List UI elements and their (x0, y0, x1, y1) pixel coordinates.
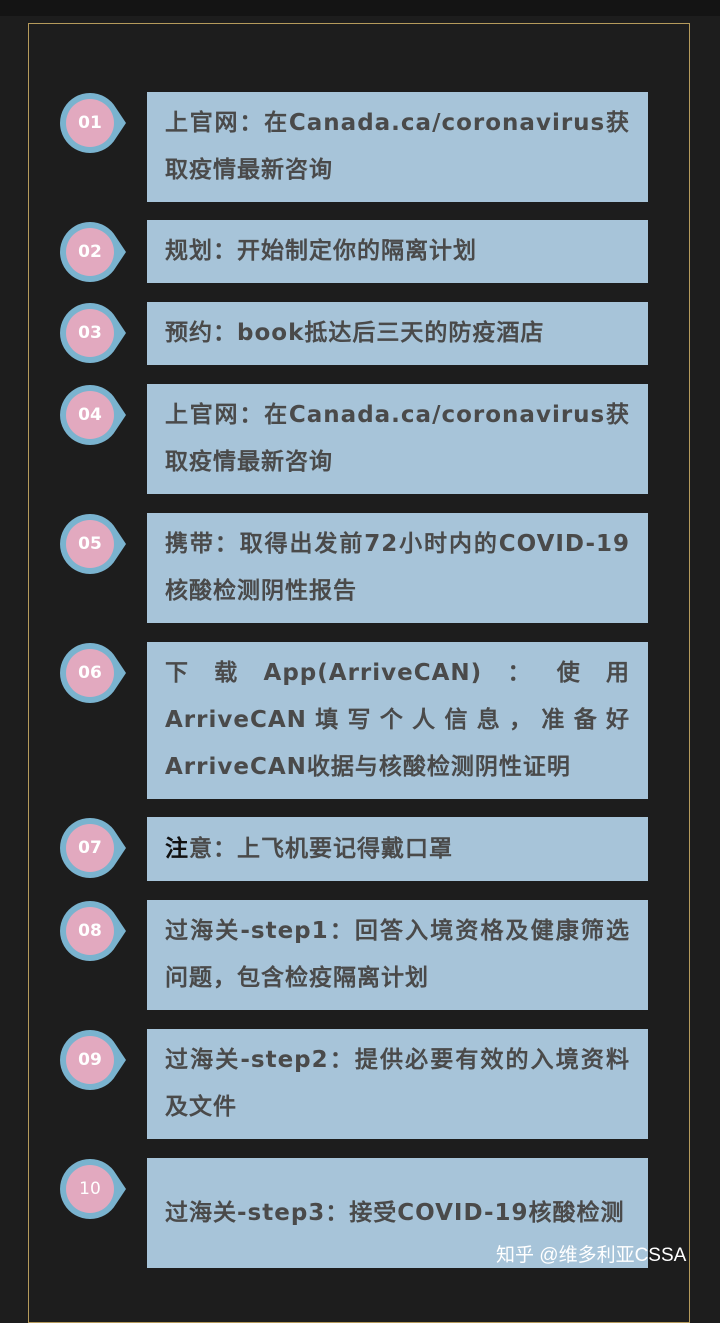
step-box: 下载App(ArriveCAN)：使用ArriveCAN填写个人信息，准备好Ar… (147, 642, 648, 799)
step-number-badge: 06 (60, 643, 126, 703)
step-label: 上官网： (165, 402, 265, 428)
step-number-badge: 01 (60, 92, 126, 153)
step-number: 01 (78, 113, 102, 133)
step-number: 10 (79, 1179, 101, 1199)
step-label: 携带： (165, 531, 240, 557)
step-box: 上官网：在Canada.ca/coronavirus获取疫情最新咨询 (147, 384, 648, 494)
step-box: 规划：开始制定你的隔离计划 (147, 220, 648, 283)
top-bar (0, 0, 720, 16)
step-number-badge: 08 (60, 901, 126, 961)
step-label: 过海关-step1： (165, 918, 355, 944)
step-number: 02 (78, 242, 102, 262)
step-label: 过海关-step3： (165, 1199, 350, 1226)
step-number-badge: 07 (60, 818, 126, 878)
step-text: 上飞机要记得戴口罩 (237, 835, 453, 862)
step-number: 04 (78, 405, 102, 425)
step-box: 注意：上飞机要记得戴口罩 (147, 817, 648, 881)
step-number: 08 (78, 921, 102, 941)
step-number-badge: 02 (60, 222, 126, 282)
step-label-first-char: 注 (165, 835, 189, 862)
step-box: 携带：取得出发前72小时内的COVID-19核酸检测阴性报告 (147, 513, 648, 623)
step-number-badge: 05 (60, 514, 126, 574)
step-number: 06 (78, 663, 102, 683)
step-box: 过海关-step1：回答入境资格及健康筛选问题，包含检疫隔离计划 (147, 900, 648, 1010)
step-text: book抵达后三天的防疫酒店 (237, 320, 545, 346)
step-label: 下载App(ArriveCAN)： (165, 660, 557, 686)
step-text: 接受COVID-19核酸检测 (349, 1199, 625, 1226)
step-label: 意： (189, 835, 237, 862)
step-label: 规划： (165, 238, 237, 264)
watermark: 知乎 @维多利亚CSSA (496, 1245, 687, 1266)
step-number-badge: 03 (60, 303, 126, 363)
step-number-badge: 10 (60, 1159, 126, 1219)
step-label: 过海关-step2： (165, 1047, 355, 1073)
step-number: 03 (78, 323, 102, 343)
step-label: 上官网： (165, 110, 265, 136)
step-number: 05 (78, 534, 102, 554)
step-number: 07 (78, 838, 102, 858)
step-number: 09 (78, 1050, 102, 1070)
step-box: 过海关-step2：提供必要有效的入境资料及文件 (147, 1029, 648, 1139)
step-box: 预约：book抵达后三天的防疫酒店 (147, 302, 648, 365)
step-label: 预约： (165, 320, 237, 346)
step-text: 开始制定你的隔离计划 (237, 238, 477, 264)
step-box: 上官网：在Canada.ca/coronavirus获取疫情最新咨询 (147, 92, 648, 202)
step-number-badge: 04 (60, 385, 126, 445)
step-number-badge: 09 (60, 1030, 126, 1090)
